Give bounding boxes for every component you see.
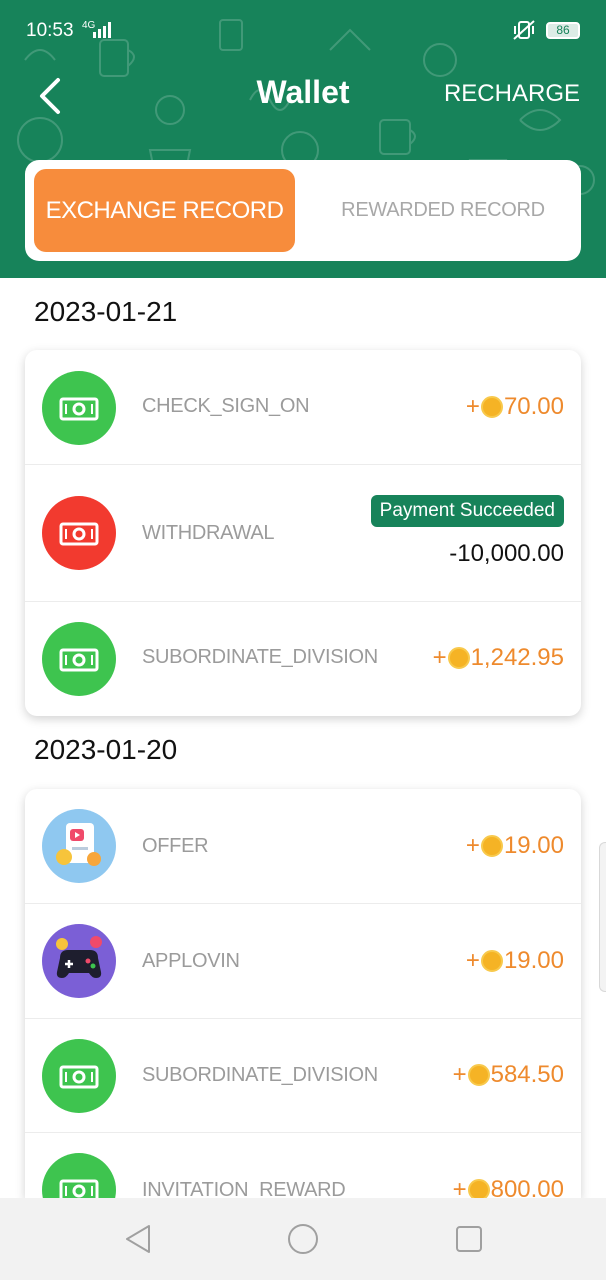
banknote-icon (42, 1039, 116, 1113)
transaction-card: OFFER + 19.00 APPLOVIN + 19.00 SUBORDINA… (25, 789, 581, 1198)
coin-icon (447, 647, 470, 669)
transaction-label: CHECK_SIGN_ON (142, 395, 310, 417)
amount-value: 19.00 (503, 947, 564, 974)
nav-recents-button[interactable] (452, 1222, 486, 1256)
transaction-row[interactable]: OFFER + 19.00 (25, 789, 581, 904)
status-badge: Payment Succeeded (370, 495, 564, 527)
system-nav-bar (0, 1198, 606, 1280)
transaction-amount: -10,000.00 (449, 540, 564, 567)
tab-rewarded-record[interactable]: REWARDED RECORD (315, 169, 571, 252)
banknote-icon (42, 371, 116, 445)
transaction-amount: + 70.00 (466, 393, 564, 421)
transaction-row[interactable]: SUBORDINATE_DIVISION + 584.50 (25, 1019, 581, 1133)
signal-icon (93, 22, 111, 38)
gamepad-icon (42, 924, 116, 998)
amount-sign: + (465, 832, 480, 859)
status-bar: 10:53 4G 86 (0, 0, 606, 60)
transaction-row[interactable]: WITHDRAWAL Payment Succeeded -10,000.00 (25, 465, 581, 602)
amount-sign: + (465, 393, 480, 420)
amount-value: 70.00 (503, 393, 564, 420)
recharge-button[interactable]: RECHARGE (444, 80, 580, 108)
amount-sign: + (465, 947, 480, 974)
circle-home-icon (288, 1224, 318, 1254)
record-tabs: EXCHANGE RECORD REWARDED RECORD (25, 160, 581, 261)
coin-icon (467, 1064, 490, 1086)
square-recents-icon (456, 1226, 482, 1252)
transaction-label: SUBORDINATE_DIVISION (142, 646, 378, 668)
offer-icon (42, 809, 116, 883)
transaction-card: CHECK_SIGN_ON + 70.00 WITHDRAWAL Payment… (25, 350, 581, 716)
battery-indicator: 86 (546, 22, 580, 39)
transaction-amount: + 1,242.95 (433, 644, 564, 672)
transaction-amount: + 19.00 (466, 947, 564, 975)
transaction-amount: + 19.00 (466, 832, 564, 860)
date-heading: 2023-01-20 (34, 734, 178, 765)
transaction-label: OFFER (142, 835, 209, 857)
transaction-row[interactable]: INVITATION_REWARD + 800.00 (25, 1133, 581, 1198)
vibrate-off-icon (513, 20, 535, 40)
amount-sign: + (452, 1061, 467, 1088)
banknote-icon (42, 622, 116, 696)
coin-icon (480, 950, 503, 972)
transaction-label: SUBORDINATE_DIVISION (142, 1064, 378, 1086)
transaction-row[interactable]: CHECK_SIGN_ON + 70.00 (25, 350, 581, 465)
edge-panel-handle[interactable] (599, 842, 606, 992)
transaction-row[interactable]: SUBORDINATE_DIVISION + 1,242.95 (25, 602, 581, 716)
amount-sign: + (452, 1176, 467, 1198)
amount-value: 1,242.95 (470, 644, 564, 671)
date-heading: 2023-01-21 (34, 296, 178, 327)
banknote-icon (42, 496, 116, 570)
transaction-label: APPLOVIN (142, 950, 240, 972)
coin-icon (467, 1179, 490, 1198)
nav-back-button[interactable] (121, 1222, 155, 1256)
transaction-amount: + 800.00 (453, 1176, 564, 1198)
transaction-label: INVITATION_REWARD (142, 1179, 346, 1198)
amount-value: 800.00 (490, 1176, 564, 1198)
triangle-back-icon (126, 1225, 150, 1253)
nav-home-button[interactable] (286, 1222, 320, 1256)
amount-value: 584.50 (490, 1061, 564, 1088)
tab-exchange-record[interactable]: EXCHANGE RECORD (34, 169, 295, 252)
transaction-amount: + 584.50 (453, 1061, 564, 1089)
banknote-icon (42, 1153, 116, 1198)
transaction-label: WITHDRAWAL (142, 522, 275, 544)
coin-icon (480, 835, 503, 857)
status-time: 10:53 (26, 20, 74, 41)
transaction-row[interactable]: APPLOVIN + 19.00 (25, 904, 581, 1019)
amount-value: 19.00 (503, 832, 564, 859)
amount-sign: + (432, 644, 447, 671)
coin-icon (480, 396, 503, 418)
header: 10:53 4G 86 Wallet RECHARGE EXCHANGE REC… (0, 0, 606, 278)
